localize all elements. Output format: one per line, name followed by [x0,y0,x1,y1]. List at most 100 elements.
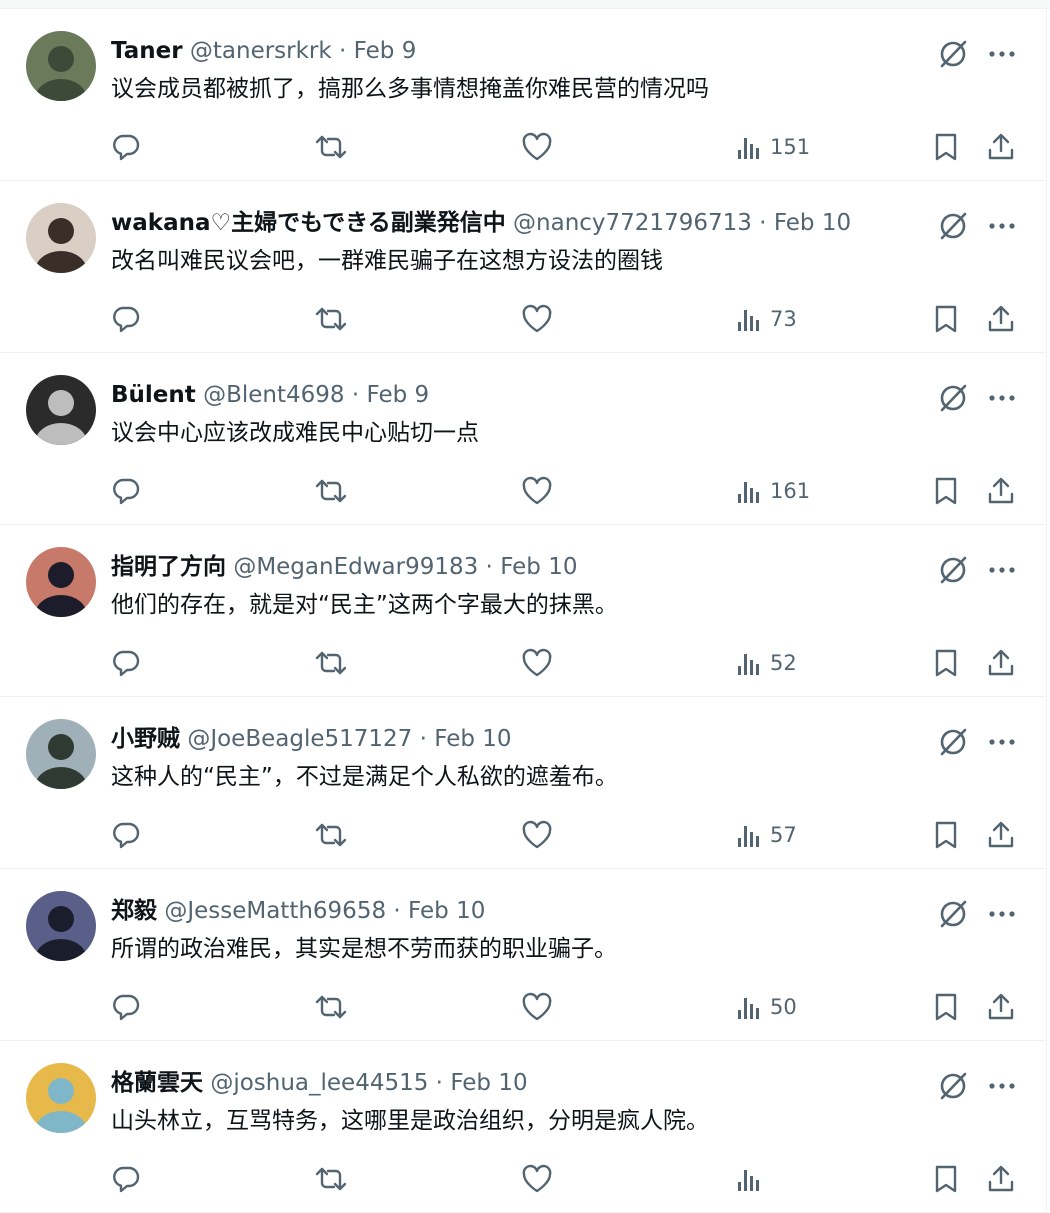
views-button[interactable]: 52 [728,643,797,683]
views-button[interactable] [728,1159,770,1199]
bookmark-icon[interactable] [932,643,960,683]
display-name[interactable]: Taner [111,38,183,64]
display-name[interactable]: 郑毅 [111,898,157,924]
views-count: 57 [770,823,797,847]
more-icon[interactable] [988,1081,1016,1091]
reply-icon[interactable] [111,643,141,683]
views-button[interactable]: 57 [728,815,797,855]
share-icon[interactable] [986,643,1016,683]
separator: · [428,1070,451,1096]
display-name[interactable]: wakana♡主婦でもできる副業発信中 [111,210,506,236]
handle[interactable]: @nancy7721796713 [513,210,752,236]
bookmark-icon[interactable] [932,299,960,339]
tweet-text: 议会中心应该改成难民中心贴切一点 [111,420,479,446]
grok-icon[interactable] [936,381,970,415]
display-name[interactable]: 小野贼 [111,726,180,752]
tweet-5[interactable]: 小野贼 @JoeBeagle517127 · Feb 10 这种人的“民主”，不… [0,697,1046,869]
timestamp[interactable]: Feb 9 [354,38,417,64]
share-icon[interactable] [986,299,1016,339]
more-icon[interactable] [988,565,1016,575]
more-icon[interactable] [988,221,1016,231]
reply-icon[interactable] [111,127,141,167]
handle[interactable]: @Blent4698 [203,382,344,408]
retweet-icon[interactable] [314,471,348,511]
grok-icon[interactable] [936,897,970,931]
tweet-1[interactable]: Taner @tanersrkrk · Feb 9 议会成员都被抓了，搞那么多事… [0,9,1046,181]
bookmark-icon[interactable] [932,1159,960,1199]
bookmark-icon[interactable] [932,471,960,511]
grok-icon[interactable] [936,1069,970,1103]
display-name[interactable]: 指明了方向 [111,554,226,580]
like-icon[interactable] [521,987,553,1027]
like-icon[interactable] [521,471,553,511]
grok-icon[interactable] [936,209,970,243]
tweet-6[interactable]: 郑毅 @JesseMatth69658 · Feb 10 所谓的政治难民，其实是… [0,869,1046,1041]
views-count: 151 [770,135,811,159]
avatar[interactable] [26,719,96,789]
bookmark-icon[interactable] [932,987,960,1027]
display-name[interactable]: 格蘭雲天 [111,1070,203,1096]
tweet-actions: 161 [0,471,1046,511]
reply-icon[interactable] [111,299,141,339]
tweet-actions [0,1159,1046,1199]
retweet-icon[interactable] [314,1159,348,1199]
bookmark-icon[interactable] [932,815,960,855]
grok-icon[interactable] [936,553,970,587]
share-icon[interactable] [986,127,1016,167]
avatar[interactable] [26,891,96,961]
retweet-icon[interactable] [314,299,348,339]
avatar[interactable] [26,1063,96,1133]
avatar[interactable] [26,375,96,445]
retweet-icon[interactable] [314,127,348,167]
timestamp[interactable]: Feb 10 [450,1070,527,1096]
handle[interactable]: @tanersrkrk [190,38,332,64]
share-icon[interactable] [986,471,1016,511]
share-icon[interactable] [986,815,1016,855]
views-button[interactable]: 73 [728,299,797,339]
more-icon[interactable] [988,49,1016,59]
share-icon[interactable] [986,987,1016,1027]
views-button[interactable]: 161 [728,471,810,511]
handle[interactable]: @MeganEdwar99183 [233,554,478,580]
retweet-icon[interactable] [314,987,348,1027]
like-icon[interactable] [521,127,553,167]
views-count: 73 [770,307,797,331]
like-icon[interactable] [521,643,553,683]
timestamp[interactable]: Feb 10 [500,554,577,580]
views-button[interactable]: 50 [728,987,797,1027]
display-name[interactable]: Bülent [111,382,196,408]
reply-icon[interactable] [111,1159,141,1199]
more-icon[interactable] [988,909,1016,919]
reply-icon[interactable] [111,987,141,1027]
more-icon[interactable] [988,393,1016,403]
tweet-header: 郑毅 @JesseMatth69658 · Feb 10 [111,895,485,927]
tweet-3[interactable]: Bülent @Blent4698 · Feb 9 议会中心应该改成难民中心贴切… [0,353,1046,525]
like-icon[interactable] [521,1159,553,1199]
views-button[interactable]: 151 [728,127,810,167]
timestamp[interactable]: Feb 9 [366,382,429,408]
more-icon[interactable] [988,737,1016,747]
like-icon[interactable] [521,815,553,855]
handle[interactable]: @joshua_lee44515 [210,1070,428,1096]
grok-icon[interactable] [936,725,970,759]
reply-icon[interactable] [111,815,141,855]
grok-icon[interactable] [936,37,970,71]
handle[interactable]: @JoeBeagle517127 [187,726,412,752]
bookmark-icon[interactable] [932,127,960,167]
retweet-icon[interactable] [314,643,348,683]
views-icon [736,478,762,504]
timestamp[interactable]: Feb 10 [408,898,485,924]
tweet-2[interactable]: wakana♡主婦でもできる副業発信中 @nancy7721796713 · F… [0,181,1046,353]
timestamp[interactable]: Feb 10 [774,210,851,236]
avatar[interactable] [26,31,96,101]
handle[interactable]: @JesseMatth69658 [164,898,386,924]
tweet-4[interactable]: 指明了方向 @MeganEdwar99183 · Feb 10 他们的存在，就是… [0,525,1046,697]
avatar[interactable] [26,547,96,617]
reply-icon[interactable] [111,471,141,511]
retweet-icon[interactable] [314,815,348,855]
tweet-7[interactable]: 格蘭雲天 @joshua_lee44515 · Feb 10 山头林立，互骂特务… [0,1041,1046,1213]
share-icon[interactable] [986,1159,1016,1199]
avatar[interactable] [26,203,96,273]
timestamp[interactable]: Feb 10 [434,726,511,752]
like-icon[interactable] [521,299,553,339]
